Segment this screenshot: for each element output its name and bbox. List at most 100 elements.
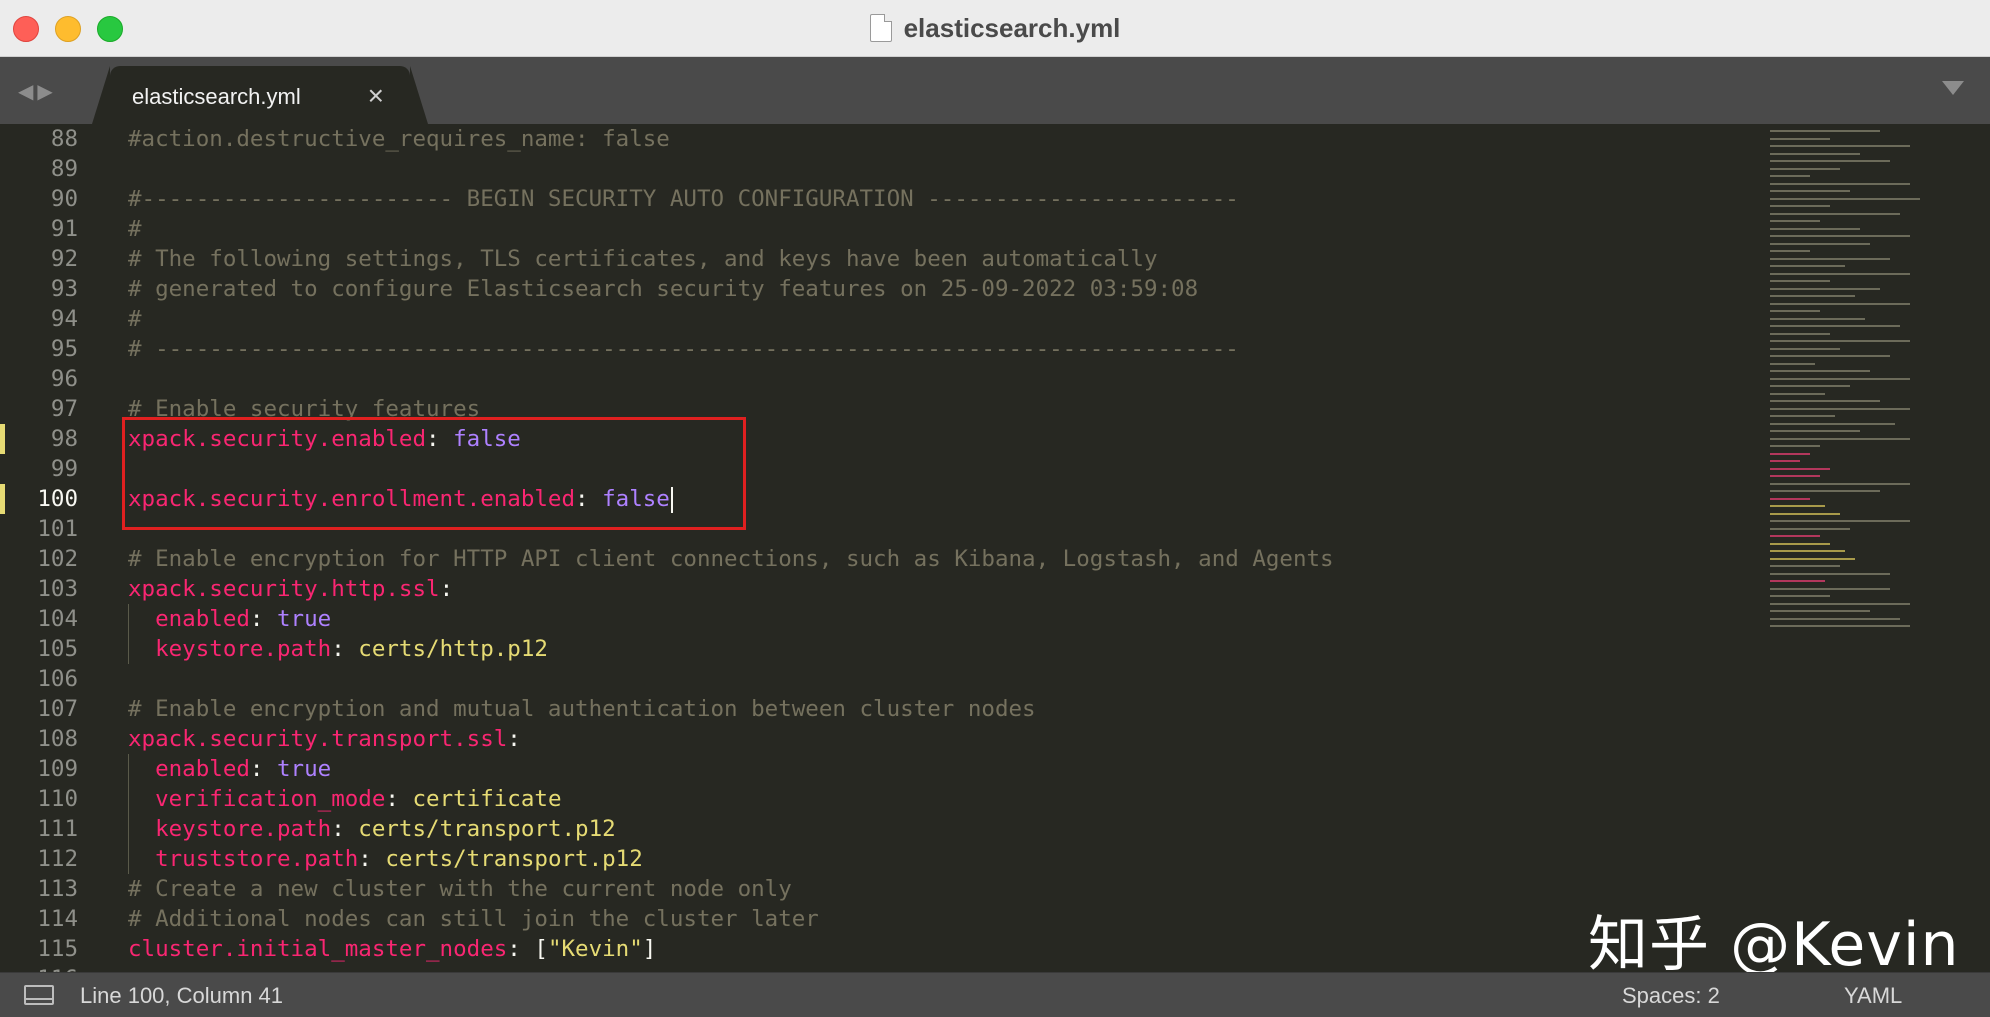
code-line[interactable]: 104 enabled: true: [0, 604, 1760, 634]
line-code: # Create a new cluster with the current …: [128, 874, 792, 904]
tab-nav-arrows[interactable]: ◀▶: [18, 79, 57, 104]
minimap-line: [1770, 227, 1860, 230]
line-number: 99: [50, 456, 78, 482]
token-punct: :: [249, 756, 278, 782]
line-number: 94: [50, 306, 78, 332]
token-comment: # generated to configure Elasticsearch s…: [128, 276, 1199, 302]
token-key: xpack.security.http.ssl: [128, 576, 440, 602]
minimap-line: [1770, 505, 1825, 507]
chevron-left-icon[interactable]: ◀: [18, 81, 37, 103]
code-line[interactable]: 111 keystore.path: certs/transport.p12: [0, 814, 1760, 844]
window-title: elasticsearch.yml: [903, 12, 1121, 43]
line-number: 91: [50, 216, 78, 242]
minimap-line: [1770, 205, 1830, 207]
code-editor[interactable]: 88 #action.destructive_requires_name: fal…: [0, 124, 1990, 972]
status-bar: Line 100, Column 41 Spaces: 2 YAML: [0, 972, 1990, 1017]
minimap-line: [1770, 400, 1880, 402]
code-line[interactable]: 91 #: [0, 214, 1760, 244]
token-punct: ]: [642, 936, 657, 962]
code-line[interactable]: 102 # Enable encryption for HTTP API clie…: [0, 544, 1760, 574]
minimap-line: [1770, 347, 1840, 350]
code-line[interactable]: 113 # Create a new cluster with the curre…: [0, 874, 1760, 904]
minimap-line: [1770, 287, 1880, 290]
code-line[interactable]: 114 # Additional nodes can still join the…: [0, 904, 1760, 934]
code-line[interactable]: 112 truststore.path: certs/transport.p12: [0, 844, 1760, 874]
minimap-line: [1770, 527, 1850, 530]
code-line[interactable]: 107 # Enable encryption and mutual authen…: [0, 694, 1760, 724]
line-code: xpack.security.http.ssl:: [128, 574, 453, 604]
close-tab-icon[interactable]: ×: [368, 80, 384, 112]
line-number: 93: [50, 276, 78, 302]
code-line[interactable]: 94 #: [0, 304, 1760, 334]
minimap-line: [1770, 197, 1920, 200]
line-code: # Enable encryption for HTTP API client …: [128, 544, 1334, 574]
code-line[interactable]: 95 # ------------------------------------…: [0, 334, 1760, 364]
minimap-line: [1770, 422, 1895, 425]
minimap-line: [1770, 610, 1870, 612]
panel-toggle-icon[interactable]: [24, 985, 54, 1005]
token-key: truststore.path: [128, 846, 359, 872]
line-number: 96: [50, 366, 78, 392]
line-code: # Enable encryption and mutual authentic…: [128, 694, 1036, 724]
code-line[interactable]: 110 verification_mode: certificate: [0, 784, 1760, 814]
line-number: 105: [37, 636, 78, 662]
line-code: #action.destructive_requires_name: false: [128, 124, 670, 154]
minimap-line: [1770, 152, 1860, 155]
code-line[interactable]: 108 xpack.security.transport.ssl:: [0, 724, 1760, 754]
line-number: 109: [37, 756, 78, 782]
line-number: 95: [50, 336, 78, 362]
line-code: #----------------------- BEGIN SECURITY …: [128, 184, 1239, 214]
code-line[interactable]: 105 keystore.path: certs/http.p12: [0, 634, 1760, 664]
line-code: xpack.security.transport.ssl:: [128, 724, 521, 754]
line-code: # --------------------------------------…: [128, 334, 1239, 364]
token-key: keystore.path: [128, 636, 332, 662]
token-bool: true: [277, 756, 332, 782]
line-code: keystore.path: certs/http.p12: [128, 634, 548, 664]
token-comment: # Enable encryption and mutual authentic…: [128, 696, 1036, 722]
minimap-line: [1770, 512, 1840, 515]
minimap-line: [1770, 572, 1890, 575]
code-line[interactable]: 115 cluster.initial_master_nodes: ["Kevin…: [0, 934, 1760, 964]
minimap-line: [1770, 490, 1880, 492]
minimap[interactable]: [1770, 124, 1930, 644]
tab-elasticsearch-yml[interactable]: elasticsearch.yml ×: [92, 66, 428, 124]
minimap-line: [1770, 295, 1855, 297]
minimap-line: [1770, 272, 1910, 275]
code-line[interactable]: 106: [0, 664, 1760, 694]
line-number: 110: [37, 786, 78, 812]
code-line[interactable]: 116: [0, 964, 1760, 972]
code-line[interactable]: 96: [0, 364, 1760, 394]
minimap-line: [1770, 535, 1820, 537]
minimap-line: [1770, 250, 1810, 252]
indentation-setting[interactable]: Spaces: 2: [1622, 983, 1720, 1009]
minimap-line: [1770, 325, 1900, 327]
token-comment: # The following settings, TLS certificat…: [128, 246, 1158, 272]
token-comment: #action.destructive_requires_name: false: [128, 126, 670, 152]
code-line[interactable]: 92 # The following settings, TLS certific…: [0, 244, 1760, 274]
token-punct: :: [439, 576, 454, 602]
line-code: verification_mode: certificate: [128, 784, 561, 814]
code-line[interactable]: 89: [0, 154, 1760, 184]
token-comment: #: [128, 306, 142, 332]
line-code: # Additional nodes can still join the cl…: [128, 904, 819, 934]
code-line[interactable]: 93 # generated to configure Elasticsearch…: [0, 274, 1760, 304]
minimap-line: [1770, 190, 1850, 192]
minimap-line: [1770, 407, 1910, 410]
token-comment: #----------------------- BEGIN SECURITY …: [128, 186, 1239, 212]
tab-list-dropdown-icon[interactable]: [1942, 81, 1964, 95]
line-number: 116: [0, 964, 78, 972]
code-line[interactable]: 103 xpack.security.http.ssl:: [0, 574, 1760, 604]
minimap-line: [1770, 257, 1890, 260]
token-key: enabled: [128, 606, 250, 632]
token-str: certs/http.p12: [358, 636, 548, 662]
chevron-right-icon[interactable]: ▶: [37, 81, 56, 103]
code-line[interactable]: 90 #----------------------- BEGIN SECURIT…: [0, 184, 1760, 214]
token-comment: # Enable encryption for HTTP API client …: [128, 546, 1334, 572]
token-comment: # Additional nodes can still join the cl…: [128, 906, 819, 932]
line-number: 108: [37, 726, 78, 752]
code-line[interactable]: 109 enabled: true: [0, 754, 1760, 784]
syntax-mode[interactable]: YAML: [1844, 983, 1902, 1009]
minimap-line: [1770, 437, 1910, 440]
code-line[interactable]: 88 #action.destructive_requires_name: fal…: [0, 124, 1760, 154]
minimap-line: [1770, 167, 1840, 170]
